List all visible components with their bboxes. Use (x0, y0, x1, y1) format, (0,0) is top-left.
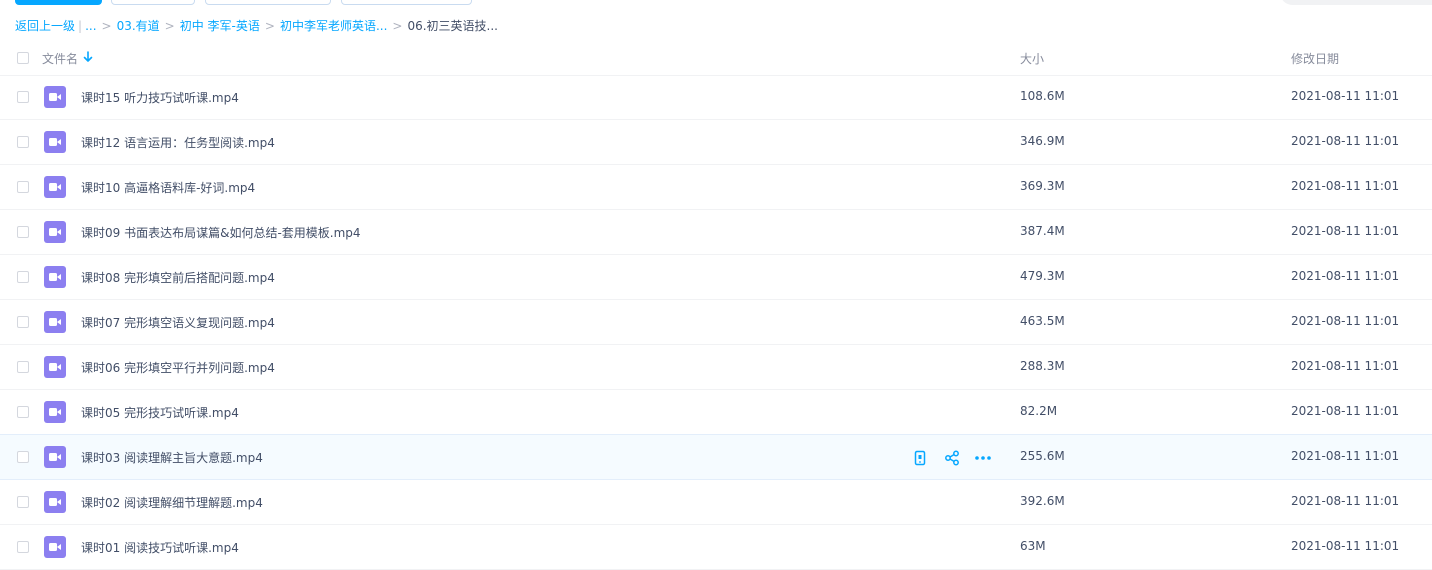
file-name[interactable]: 课时06 完形填空平行并列问题.mp4 (81, 359, 275, 376)
toolbar-button[interactable] (205, 0, 331, 5)
file-list: 课时15 听力技巧试听课.mp4 108.6M 2021-08-11 11:01… (0, 75, 1432, 570)
new-folder-button[interactable] (111, 0, 195, 5)
row-checkbox[interactable] (17, 91, 29, 103)
breadcrumb-ellipsis[interactable]: ... (85, 19, 96, 33)
file-name[interactable]: 课时08 完形填空前后搭配问题.mp4 (81, 269, 275, 286)
search-input[interactable] (1280, 0, 1432, 5)
video-file-icon (44, 266, 66, 288)
row-checkbox[interactable] (17, 316, 29, 328)
video-file-icon (44, 131, 66, 153)
file-name[interactable]: 课时02 阅读理解细节理解题.mp4 (81, 494, 263, 511)
share-icon[interactable] (944, 450, 960, 466)
column-size-header[interactable]: 大小 (1020, 50, 1044, 67)
toolbar-button[interactable] (341, 0, 472, 5)
upload-button[interactable] (15, 0, 102, 5)
file-size: 108.6M (1020, 89, 1065, 103)
file-row[interactable]: 课时12 语言运用：任务型阅读.mp4 346.9M 2021-08-11 11… (0, 120, 1432, 165)
file-size: 387.4M (1020, 224, 1065, 238)
video-file-icon (44, 446, 66, 468)
file-row[interactable]: 课时05 完形技巧试听课.mp4 82.2M 2021-08-11 11:01 (0, 390, 1432, 435)
file-date: 2021-08-11 11:01 (1291, 314, 1400, 328)
file-row[interactable]: 课时07 完形填空语义复现问题.mp4 463.5M 2021-08-11 11… (0, 300, 1432, 345)
file-size: 63M (1020, 539, 1046, 553)
file-size: 288.3M (1020, 359, 1065, 373)
file-list-header: 文件名 大小 修改日期 (0, 42, 1432, 76)
file-row[interactable]: 课时01 阅读技巧试听课.mp4 63M 2021-08-11 11:01 (0, 525, 1432, 570)
column-name-header[interactable]: 文件名 (42, 50, 78, 67)
file-date: 2021-08-11 11:01 (1291, 179, 1400, 193)
video-file-icon (44, 401, 66, 423)
row-checkbox[interactable] (17, 361, 29, 373)
breadcrumb-item[interactable]: 初中 李军-英语 (180, 19, 260, 33)
file-row[interactable]: 课时08 完形填空前后搭配问题.mp4 479.3M 2021-08-11 11… (0, 255, 1432, 300)
row-checkbox[interactable] (17, 451, 29, 463)
file-row[interactable]: 课时09 书面表达布局谋篇&如何总结-套用模板.mp4 387.4M 2021-… (0, 210, 1432, 255)
video-file-icon (44, 356, 66, 378)
video-file-icon (44, 86, 66, 108)
file-date: 2021-08-11 11:01 (1291, 134, 1400, 148)
row-checkbox[interactable] (17, 226, 29, 238)
column-date-header[interactable]: 修改日期 (1291, 50, 1339, 67)
file-name[interactable]: 课时01 阅读技巧试听课.mp4 (81, 539, 239, 556)
file-size: 463.5M (1020, 314, 1065, 328)
video-file-icon (44, 491, 66, 513)
file-size: 479.3M (1020, 269, 1065, 283)
file-size: 392.6M (1020, 494, 1065, 508)
file-size: 346.9M (1020, 134, 1065, 148)
row-checkbox[interactable] (17, 541, 29, 553)
breadcrumb-separator: > (164, 19, 175, 33)
breadcrumb-separator: > (392, 19, 403, 33)
row-checkbox[interactable] (17, 496, 29, 508)
breadcrumb-pipe: | (78, 19, 83, 33)
breadcrumb-separator: > (101, 19, 112, 33)
file-name[interactable]: 课时10 高逼格语料库-好词.mp4 (81, 179, 255, 196)
breadcrumb: 返回上一级 |... >03.有道 > 初中 李军-英语 > 初中李军老师英语... >06.… (15, 17, 498, 35)
file-row[interactable]: 课时10 高逼格语料库-好词.mp4 369.3M 2021-08-11 11:… (0, 165, 1432, 210)
file-date: 2021-08-11 11:01 (1291, 269, 1400, 283)
file-row-hovered[interactable]: 课时03 阅读理解主旨大意题.mp4 255.6M 2021-08-11 11:… (0, 434, 1432, 480)
back-link[interactable]: 返回上一级 (15, 19, 75, 33)
file-row[interactable]: 课时02 阅读理解细节理解题.mp4 392.6M 2021-08-11 11:… (0, 480, 1432, 525)
breadcrumb-separator: > (264, 19, 275, 33)
file-date: 2021-08-11 11:01 (1291, 359, 1400, 373)
file-size: 255.6M (1020, 449, 1065, 463)
sort-down-arrow-icon[interactable] (83, 51, 93, 63)
file-name[interactable]: 课时15 听力技巧试听课.mp4 (81, 89, 239, 106)
video-file-icon (44, 536, 66, 558)
breadcrumb-current: 06.初三英语技... (407, 19, 498, 33)
file-size: 82.2M (1020, 404, 1058, 418)
file-date: 2021-08-11 11:01 (1291, 449, 1400, 463)
more-icon[interactable] (974, 450, 992, 466)
file-name[interactable]: 课时07 完形填空语义复现问题.mp4 (81, 314, 275, 331)
select-all-checkbox[interactable] (17, 52, 29, 64)
row-checkbox[interactable] (17, 181, 29, 193)
breadcrumb-item[interactable]: 初中李军老师英语... (280, 19, 387, 33)
file-row[interactable]: 课时06 完形填空平行并列问题.mp4 288.3M 2021-08-11 11… (0, 345, 1432, 390)
row-checkbox[interactable] (17, 406, 29, 418)
file-name[interactable]: 课时09 书面表达布局谋篇&如何总结-套用模板.mp4 (81, 224, 361, 241)
file-date: 2021-08-11 11:01 (1291, 224, 1400, 238)
file-name[interactable]: 课时05 完形技巧试听课.mp4 (81, 404, 239, 421)
file-row[interactable]: 课时15 听力技巧试听课.mp4 108.6M 2021-08-11 11:01 (0, 75, 1432, 120)
video-file-icon (44, 311, 66, 333)
file-date: 2021-08-11 11:01 (1291, 89, 1400, 103)
file-name[interactable]: 课时12 语言运用：任务型阅读.mp4 (81, 134, 275, 151)
file-date: 2021-08-11 11:01 (1291, 404, 1400, 418)
file-date: 2021-08-11 11:01 (1291, 539, 1400, 553)
video-file-icon (44, 176, 66, 198)
file-size: 369.3M (1020, 179, 1065, 193)
phone-icon[interactable] (912, 450, 928, 466)
row-checkbox[interactable] (17, 136, 29, 148)
file-date: 2021-08-11 11:01 (1291, 494, 1400, 508)
video-file-icon (44, 221, 66, 243)
toolbar (0, 0, 1432, 8)
row-checkbox[interactable] (17, 271, 29, 283)
breadcrumb-item[interactable]: 03.有道 (117, 19, 160, 33)
file-name[interactable]: 课时03 阅读理解主旨大意题.mp4 (81, 449, 263, 466)
